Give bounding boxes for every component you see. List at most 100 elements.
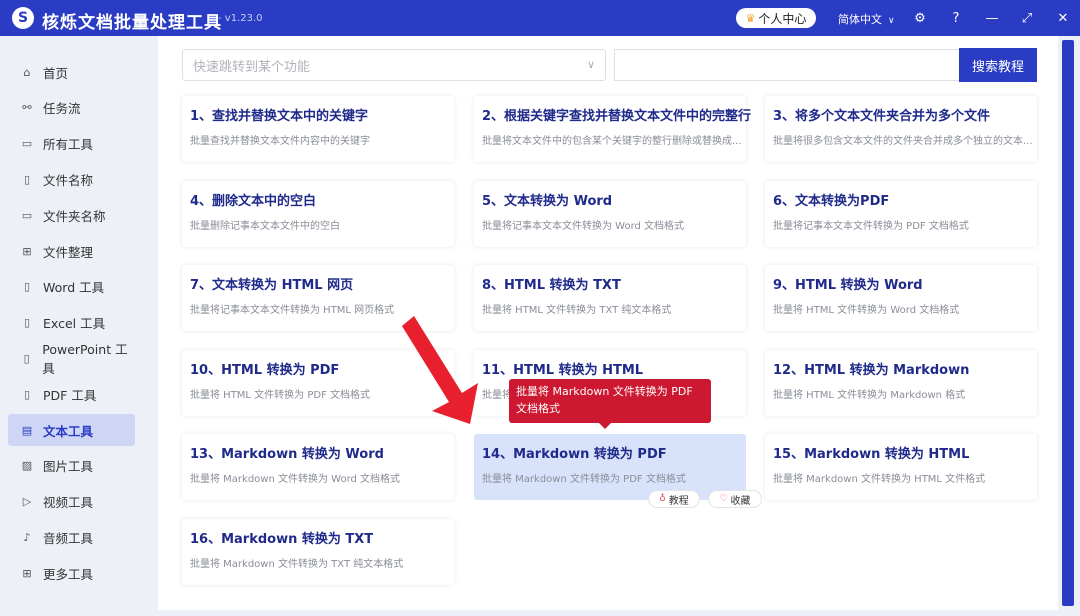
- tutorial-search-input[interactable]: [614, 49, 960, 81]
- user-center-label: 个人中心: [758, 11, 807, 26]
- tool-card-title: 7、文本转换为 HTML 网页: [190, 278, 354, 294]
- tool-card-title: 16、Markdown 转换为 TXT: [190, 532, 374, 547]
- sidebar-item-label: PDF 工具: [43, 387, 97, 403]
- card-tooltip: 批量将 Markdown 文件转换为 PDF 文档格式: [509, 379, 711, 429]
- crown-icon: ♛: [745, 11, 756, 25]
- sidebar-item-label: 文件夹名称: [43, 208, 106, 224]
- maximize-icon[interactable]: ⤢: [1018, 9, 1036, 27]
- sidebar-item-label: 首页: [43, 65, 69, 81]
- help-icon[interactable]: ?: [947, 9, 965, 27]
- sidebar-item[interactable]: ▭ 所有工具: [8, 128, 135, 160]
- tool-card[interactable]: 5、文本转换为 Word 批量将记事本文本文件转换为 Word 文档格式: [474, 180, 746, 247]
- gear-icon[interactable]: ⚙: [911, 9, 929, 27]
- tool-card[interactable]: 2、根据关键字查找并替换文本文件中的完整行 批量将文本文件中的包含某个关键字的整行…: [474, 96, 751, 162]
- folder-icon: ▭: [21, 208, 33, 222]
- tool-card[interactable]: 10、HTML 转换为 PDF 批量将 HTML 文件转换为 PDF 文档格式: [182, 349, 454, 416]
- audio-icon: ♪: [23, 530, 31, 544]
- sidebar-item-label: PowerPoint 工具: [42, 342, 128, 377]
- tool-card-title: 15、Markdown 转换为 HTML: [773, 447, 970, 463]
- sidebar-item[interactable]: ⊞ 文件整理: [8, 235, 135, 267]
- tool-card-title: 12、HTML 转换为 Markdown: [773, 362, 970, 378]
- tool-card[interactable]: 13、Markdown 转换为 Word 批量将 Markdown 文件转换为 W…: [182, 434, 454, 501]
- sidebar-item[interactable]: ▯ Excel 工具: [8, 307, 135, 339]
- video-icon: ▷: [22, 495, 32, 509]
- tool-card[interactable]: 6、文本转换为PDF 批量将记事本文本文件转换为 PDF 文档格式: [765, 180, 1037, 247]
- chevron-down-icon: ∨: [888, 16, 895, 26]
- tool-card-description: 批量将 Markdown 文件转换为 Word 文档格式: [190, 474, 401, 486]
- tool-card-description: 批量将 HTML 文件转换为 Markdown 格式: [773, 389, 966, 401]
- search-tutorial-button[interactable]: 搜索教程: [959, 48, 1037, 82]
- tool-card-description: 批量将记事本文本文件转换为 Word 文档格式: [482, 220, 685, 232]
- sidebar-item-label: 所有工具: [43, 137, 94, 153]
- tool-card[interactable]: 7、文本转换为 HTML 网页 批量将记事本文本文件转换为 HTML 网页格式: [182, 265, 454, 332]
- tool-card-description: 批量将 Markdown 文件转换为 HTML 文件格式: [773, 474, 986, 486]
- organize-icon: ⊞: [22, 244, 32, 258]
- bulb-icon: ♁: [659, 494, 666, 504]
- user-center-button[interactable]: ♛ 个人中心: [736, 8, 816, 28]
- search-select-placeholder: 快速跳转到某个功能: [193, 59, 311, 75]
- sidebar-item-label: 文件整理: [43, 244, 94, 260]
- home-icon: ⌂: [23, 65, 31, 79]
- favorite-label: 收藏: [730, 495, 751, 507]
- sidebar-item-label: 视频工具: [43, 495, 94, 511]
- tutorial-label: 教程: [668, 495, 689, 507]
- tool-card[interactable]: 12、HTML 转换为 Markdown 批量将 HTML 文件转换为 Markd…: [765, 349, 1037, 416]
- sidebar-item-label: 文本工具: [43, 423, 94, 439]
- tool-card-title: 1、查找并替换文本中的关键字: [190, 109, 369, 124]
- sidebar-item[interactable]: ⚯ 任务流: [8, 92, 135, 124]
- sidebar-item[interactable]: ▯ PowerPoint 工具: [8, 342, 135, 377]
- tool-card-description: 批量查找并替换文本文件内容中的关键字: [190, 136, 370, 147]
- tool-card-description: 批量将文本文件中的包含某个关键字的整行删除或替换成...: [482, 136, 742, 147]
- sidebar-item-label: 音频工具: [43, 530, 94, 546]
- language-label: 简体中文: [838, 13, 882, 26]
- word-icon: ▯: [23, 280, 31, 294]
- sidebar-item[interactable]: ▭ 文件夹名称: [8, 199, 135, 231]
- tool-card[interactable]: 9、HTML 转换为 Word 批量将 HTML 文件转换为 Word 文档格式: [765, 265, 1037, 332]
- tool-card-title: 6、文本转换为PDF: [773, 193, 890, 209]
- tool-card[interactable]: 14、Markdown 转换为 PDF 批量将 Markdown 文件转换为 PD…: [474, 434, 746, 501]
- minimize-icon[interactable]: —: [983, 9, 1001, 27]
- favorite-button[interactable]: ♡ 收藏: [708, 490, 762, 508]
- function-search-select[interactable]: 快速跳转到某个功能 ∨: [182, 49, 606, 81]
- close-icon[interactable]: ✕: [1054, 9, 1072, 27]
- tool-card-description: 批量将 HTML 文件转换为 Word 文档格式: [773, 305, 960, 317]
- tool-card[interactable]: 1、查找并替换文本中的关键字批量查找并替换文本文件内容中的关键字: [182, 96, 454, 162]
- sidebar-item[interactable]: ▯ 文件名称: [8, 163, 135, 195]
- tool-card-title: 3、将多个文本文件夹合并为多个文件: [773, 109, 991, 124]
- sidebar-item[interactable]: ▯ PDF 工具: [8, 378, 135, 410]
- monitor-icon: ▭: [21, 137, 33, 151]
- chevron-down-icon: ∨: [586, 58, 595, 71]
- flow-icon: ⚯: [22, 101, 32, 115]
- sidebar-item[interactable]: ▯ Word 工具: [8, 271, 135, 303]
- tool-card-description: 批量将 Markdown 文件转换为 PDF 文档格式: [482, 474, 686, 486]
- sidebar-item[interactable]: ▷ 视频工具: [8, 486, 135, 518]
- title-bar: S 核烁文档批量处理工具 - v1.23.0 ♛ 个人中心 简体中文 ∨ ⚙ ? …: [0, 0, 1080, 36]
- tool-card[interactable]: 16、Markdown 转换为 TXT 批量将 Markdown 文件转换为 TX…: [182, 519, 454, 585]
- tool-card-title: 13、Markdown 转换为 Word: [190, 447, 384, 463]
- file-icon: ▯: [23, 172, 31, 186]
- tool-card-title: 5、文本转换为 Word: [482, 193, 613, 209]
- sidebar-item[interactable]: ⌂ 首页: [8, 56, 135, 88]
- tool-card-description: 批量将记事本文本文件转换为 PDF 文档格式: [773, 220, 969, 232]
- language-select[interactable]: 简体中文 ∨: [838, 11, 895, 27]
- app-logo: S: [12, 7, 34, 29]
- sidebar-item[interactable]: ♪ 音频工具: [8, 521, 135, 553]
- tool-card[interactable]: 3、将多个文本文件夹合并为多个文件批量将很多包含文本文件的文件夹合并成多个独立的…: [765, 96, 1037, 162]
- sidebar-item[interactable]: ▤ 文本工具: [8, 414, 135, 446]
- sidebar-item-label: 任务流: [43, 101, 81, 117]
- heart-icon: ♡: [719, 494, 728, 504]
- sidebar-item[interactable]: ▨ 图片工具: [8, 450, 135, 482]
- scrollbar-thumb[interactable]: [1062, 40, 1074, 606]
- tool-card[interactable]: 8、HTML 转换为 TXT 批量将 HTML 文件转换为 TXT 纯文本格式: [474, 265, 746, 332]
- tool-card-title: 8、HTML 转换为 TXT: [482, 278, 621, 294]
- tutorial-button[interactable]: ♁ 教程: [648, 490, 700, 508]
- tool-card-description: 批量将很多包含文本文件的文件夹合并成多个独立的文本...: [773, 136, 1033, 147]
- sidebar-item-label: 更多工具: [43, 566, 94, 582]
- tool-card[interactable]: 15、Markdown 转换为 HTML 批量将 Markdown 文件转换为 H…: [765, 434, 1037, 501]
- image-icon: ▨: [21, 459, 33, 473]
- excel-icon: ▯: [23, 316, 31, 330]
- sidebar-item[interactable]: ⊞ 更多工具: [8, 557, 135, 589]
- grid-icon: ⊞: [22, 566, 32, 580]
- tool-card-description: 批量删除记事本文本文件中的空白: [190, 220, 340, 232]
- tool-card[interactable]: 4、删除文本中的空白 批量删除记事本文本文件中的空白: [182, 180, 454, 247]
